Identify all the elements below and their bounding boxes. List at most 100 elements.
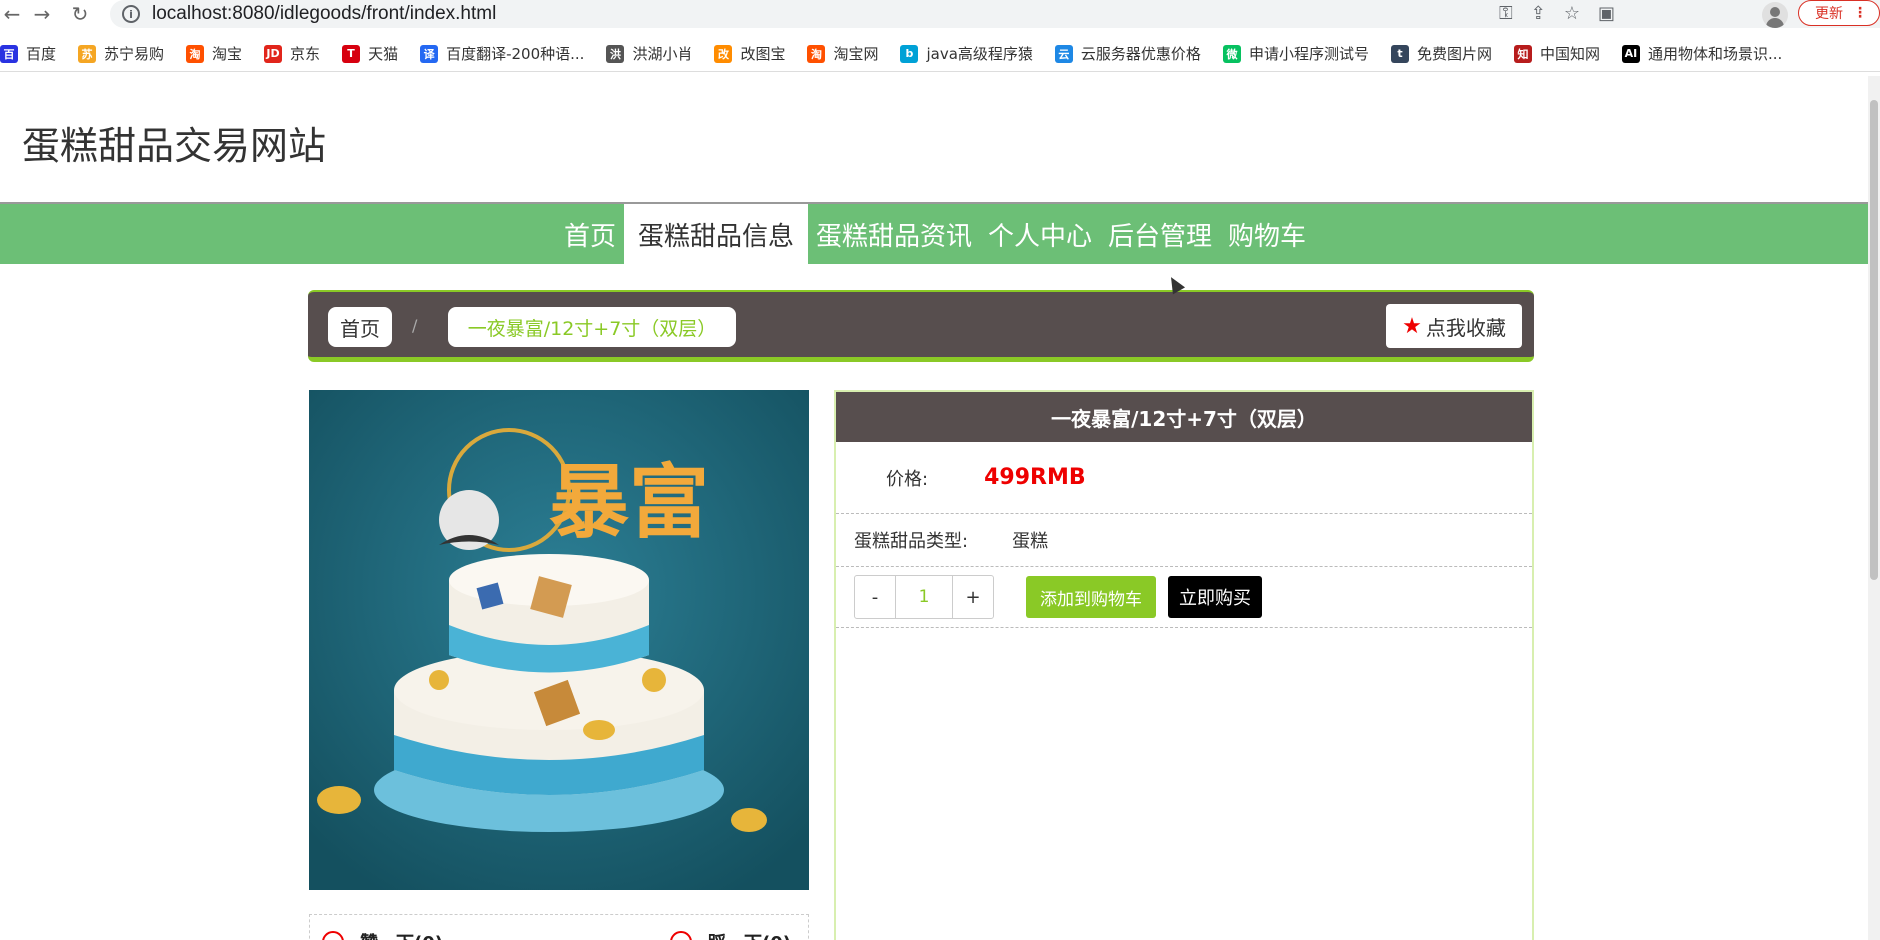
- bookmark-label: java高级程序猿: [926, 45, 1033, 63]
- bookmark-label: 云服务器优惠价格: [1080, 45, 1201, 63]
- bookmark-item[interactable]: T 天猫: [342, 43, 398, 64]
- cake-topper-text: 暴富: [549, 456, 709, 549]
- bookmark-item[interactable]: 淘淘宝网: [807, 43, 878, 64]
- bookmark-label: 百度翻译-200种语...: [446, 45, 585, 63]
- bookmark-item[interactable]: 知中国知网: [1513, 43, 1600, 64]
- profile-avatar[interactable]: [1762, 2, 1788, 28]
- update-button[interactable]: 更新 ⋮: [1798, 0, 1880, 26]
- bookmark-label: 京东: [290, 45, 321, 63]
- increment-button[interactable]: +: [953, 576, 993, 618]
- site-info-icon[interactable]: i: [122, 5, 140, 23]
- bookmark-favicon-icon: 译: [420, 44, 439, 63]
- side-panel-icon[interactable]: ▣: [1598, 3, 1615, 24]
- bookmark-item[interactable]: 云云服务器优惠价格: [1054, 43, 1201, 64]
- bookmark-item[interactable]: 苏苏宁易购: [78, 43, 164, 64]
- main-nav: 首页 蛋糕甜品信息 蛋糕甜品资讯 个人中心 后台管理 购物车: [0, 202, 1870, 264]
- bookmark-favicon-icon: 淘: [807, 44, 826, 63]
- price-value: 499RMB: [984, 465, 1086, 490]
- breadcrumb-current: 一夜暴富/12寸+7寸（双层）: [448, 307, 736, 347]
- bookmarks-bar: 百百度苏苏宁易购淘淘宝 JD 京东 T 天猫译百度翻译-200种语... 洪洪湖小肖改改图…: [0, 36, 1880, 72]
- decrement-button[interactable]: -: [855, 576, 895, 618]
- bookmark-label: 淘宝网: [833, 45, 879, 63]
- like-label: 赞一下(0): [360, 929, 443, 940]
- bookmark-favicon-icon: 云: [1054, 44, 1073, 63]
- bookmark-item[interactable]: 洪洪湖小肖: [606, 43, 692, 64]
- nav-item[interactable]: 后台管理: [1100, 204, 1220, 264]
- favorite-button[interactable]: ★ 点我收藏: [1386, 304, 1522, 348]
- type-label: 蛋糕甜品类型:: [854, 531, 969, 552]
- bookmark-star-icon[interactable]: ☆: [1564, 3, 1580, 24]
- like-icon: [322, 931, 344, 940]
- add-to-cart-button[interactable]: 添加到购物车: [1026, 576, 1156, 618]
- bookmark-item[interactable]: b java高级程序猿: [900, 43, 1033, 64]
- bookmark-favicon-icon: 微: [1222, 44, 1241, 63]
- bookmark-item[interactable]: 淘淘宝: [186, 43, 242, 64]
- breadcrumb: 首页 / 一夜暴富/12寸+7寸（双层） ★ 点我收藏: [308, 290, 1534, 362]
- type-row: 蛋糕甜品类型: 蛋糕: [836, 514, 1532, 567]
- bookmark-item[interactable]: 百百度: [0, 43, 56, 64]
- quantity-stepper: - 1 +: [854, 575, 994, 619]
- bookmark-favicon-icon: T: [342, 44, 361, 63]
- bookmark-favicon-icon: 苏: [78, 44, 97, 63]
- forward-icon[interactable]: →: [30, 2, 54, 26]
- bookmark-label: 申请小程序测试号: [1248, 45, 1369, 63]
- star-icon: ★: [1402, 313, 1422, 339]
- back-icon[interactable]: ←: [0, 2, 24, 26]
- bookmark-item[interactable]: 微申请小程序测试号: [1222, 43, 1369, 64]
- bookmark-favicon-icon: t: [1390, 44, 1409, 63]
- menu-dots-icon: ⋮: [1853, 5, 1867, 21]
- url-text: localhost:8080/idlegoods/front/index.htm…: [152, 3, 497, 24]
- dislike-icon: [670, 931, 692, 940]
- buy-now-button[interactable]: 立即购买: [1168, 576, 1262, 618]
- price-row: 价格: 499RMB: [836, 442, 1532, 514]
- page-scrollbar[interactable]: [1868, 76, 1880, 940]
- quantity-row: - 1 + 添加到购物车 立即购买: [836, 567, 1532, 628]
- bookmark-favicon-icon: 淘: [186, 44, 205, 63]
- breadcrumb-home[interactable]: 首页: [328, 307, 392, 347]
- bookmark-item[interactable]: AI 通用物体和场景识...: [1621, 43, 1783, 64]
- bookmark-favicon-icon: 改: [714, 44, 733, 63]
- key-icon[interactable]: ⚿: [1499, 3, 1513, 24]
- product-image: 暴富: [309, 390, 809, 890]
- dislike-label: 踩一下(0): [708, 929, 791, 940]
- bookmark-favicon-icon: JD: [264, 44, 283, 63]
- bookmark-favicon-icon: 百: [0, 44, 18, 63]
- bookmark-label: 天猫: [368, 45, 399, 63]
- quantity-input[interactable]: 1: [895, 576, 953, 618]
- reload-icon[interactable]: ↻: [68, 2, 92, 26]
- bookmark-favicon-icon: b: [900, 44, 919, 63]
- vote-bar: 赞一下(0) 踩一下(0): [309, 914, 809, 940]
- product-name: 一夜暴富/12寸+7寸（双层）: [836, 392, 1532, 442]
- nav-item[interactable]: 蛋糕甜品信息: [623, 204, 808, 264]
- bookmark-label: 淘宝: [212, 45, 243, 63]
- bookmark-favicon-icon: 洪: [606, 44, 625, 63]
- nav-item[interactable]: 蛋糕甜品资讯: [808, 204, 980, 264]
- bookmark-favicon-icon: 知: [1513, 44, 1532, 63]
- bookmark-item[interactable]: JD 京东: [264, 43, 320, 64]
- update-label: 更新: [1815, 6, 1843, 22]
- bookmark-label: 通用物体和场景识...: [1647, 45, 1783, 63]
- product-info-panel: 一夜暴富/12寸+7寸（双层） 价格: 499RMB 蛋糕甜品类型: 蛋糕 - …: [834, 390, 1534, 940]
- browser-toolbar: ← → ↻ i localhost:8080/idlegoods/front/i…: [0, 0, 1880, 28]
- bookmark-label: 百度: [26, 45, 57, 63]
- bookmark-item[interactable]: t 免费图片网: [1390, 43, 1492, 64]
- favorite-label: 点我收藏: [1425, 315, 1506, 340]
- share-icon[interactable]: ⇪: [1531, 3, 1546, 24]
- nav-item[interactable]: 首页: [556, 204, 624, 264]
- nav-item[interactable]: 购物车: [1220, 204, 1314, 264]
- bookmark-item[interactable]: 改改图宝: [714, 43, 785, 64]
- bookmark-label: 改图宝: [740, 45, 786, 63]
- scrollbar-thumb[interactable]: [1870, 100, 1878, 580]
- site-title: 蛋糕甜品交易网站: [22, 124, 327, 168]
- bookmark-label: 免费图片网: [1416, 45, 1492, 63]
- cake-illustration: 暴富: [309, 390, 809, 890]
- nav-item[interactable]: 个人中心: [980, 204, 1100, 264]
- bookmark-item[interactable]: 译百度翻译-200种语...: [420, 43, 584, 64]
- bookmark-favicon-icon: AI: [1621, 44, 1640, 63]
- breadcrumb-separator: /: [412, 316, 418, 335]
- like-button[interactable]: 赞一下(0): [322, 929, 443, 940]
- bookmark-label: 中国知网: [1539, 45, 1600, 63]
- dislike-button[interactable]: 踩一下(0): [670, 929, 791, 940]
- bookmark-label: 洪湖小肖: [632, 45, 693, 63]
- price-label: 价格:: [886, 468, 929, 490]
